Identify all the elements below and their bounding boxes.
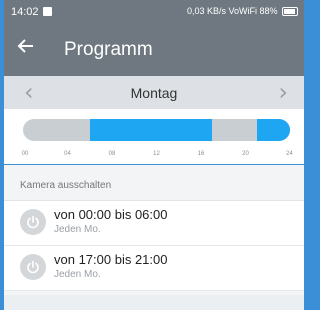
section-label: Kamera ausschalten <box>20 180 112 191</box>
app-bar: Programm <box>4 26 304 76</box>
timeline-active-segment <box>89 119 213 141</box>
chevron-right-icon[interactable]: › <box>278 79 288 105</box>
status-time: 14:02 <box>11 6 39 18</box>
timeline-hour-ticks: 00 04 08 12 16 20 24 <box>21 151 293 161</box>
gallery-notification-icon <box>43 7 52 16</box>
section-header: Kamera ausschalten <box>4 165 304 201</box>
timeline-track <box>23 119 290 141</box>
list-footer <box>4 295 304 310</box>
schedule-item-2[interactable]: von 17:00 bis 21:00 Jeden Mo. <box>4 246 304 291</box>
schedule-time: von 00:00 bis 06:00 <box>54 207 168 222</box>
status-indicators: 0,03 KB/s VoWiFi 88% <box>186 6 298 17</box>
power-icon <box>20 254 46 280</box>
battery-icon <box>282 7 298 17</box>
schedule-item-1[interactable]: von 00:00 bis 06:00 Jeden Mo. <box>4 201 304 246</box>
selected-day: Montag <box>130 85 178 101</box>
timeline-tick-label: 08 <box>108 151 116 157</box>
timeline-tick-label: 00 <box>21 151 29 157</box>
power-icon <box>20 209 46 235</box>
phone-screen: 14:02 0,03 KB/s VoWiFi 88% Programm ‹ Mo… <box>4 0 304 310</box>
schedule-time: von 17:00 bis 21:00 <box>54 252 168 267</box>
status-bar: 14:02 0,03 KB/s VoWiFi 88% <box>4 0 304 26</box>
timeline-active-segment <box>256 119 290 141</box>
timeline-tick-label: 04 <box>64 151 71 157</box>
page-title: Programm <box>64 39 153 60</box>
timeline-tick-label: 24 <box>285 151 293 157</box>
schedule-timeline: 00 04 08 12 16 20 24 <box>4 109 304 164</box>
back-arrow-icon[interactable] <box>16 36 36 61</box>
timeline-tick-label: 16 <box>197 151 205 157</box>
schedule-repeat: Jeden Mo. <box>54 269 101 280</box>
day-selector: ‹ Montag › <box>4 76 304 109</box>
schedule-repeat: Jeden Mo. <box>54 224 101 235</box>
timeline-tick-label: 12 <box>153 151 160 157</box>
timeline-tick-label: 20 <box>242 151 249 157</box>
status-indicators-text: 0,03 KB/s VoWiFi 88% <box>186 6 278 16</box>
